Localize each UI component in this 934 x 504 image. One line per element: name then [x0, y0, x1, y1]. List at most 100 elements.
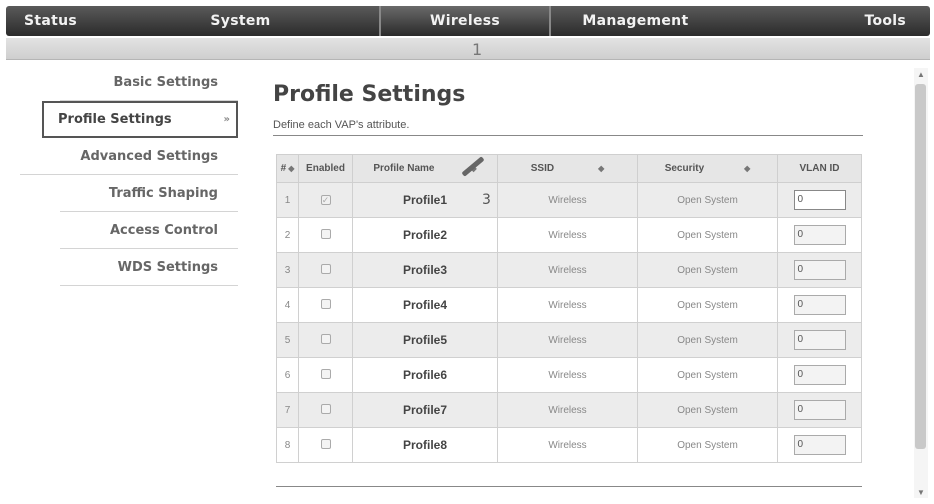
enabled-cell — [298, 392, 353, 428]
top-nav: Status System Wireless Management Tools — [6, 6, 930, 36]
profile-name-link[interactable]: Profile5 — [352, 322, 498, 358]
sort-icon: ◆ — [744, 164, 751, 173]
table-row: 3 Profile3 Wireless Open System 0 — [276, 252, 862, 288]
ssid-cell: Wireless — [497, 392, 638, 428]
table-row: 6 Profile6 Wireless Open System 0 — [276, 357, 862, 393]
tab-status[interactable]: Status — [6, 6, 192, 36]
row-number: 7 — [276, 392, 299, 428]
sidebar-item-access-control[interactable]: Access Control — [60, 212, 238, 249]
column-header-vlan-id: VLAN ID — [777, 154, 862, 183]
row-number: 5 — [276, 322, 299, 358]
vlan-cell: 0 — [777, 182, 862, 218]
column-header-ssid[interactable]: SSID ◆ — [497, 154, 638, 183]
ssid-cell: Wireless — [497, 217, 638, 253]
row-number: 1 — [276, 182, 299, 218]
enabled-checkbox[interactable] — [320, 263, 331, 274]
security-cell: Open System — [637, 357, 778, 393]
double-chevron-right-icon: » — [223, 114, 230, 125]
profile-name-link[interactable]: Profile4 — [352, 287, 498, 323]
row-number: 4 — [276, 287, 299, 323]
enabled-cell — [298, 217, 353, 253]
profile-table: #◆ Enabled Profile Name◆ SSID◆ Security◆… — [276, 154, 862, 463]
row-number: 3 — [276, 252, 299, 288]
vlan-cell: 0 — [777, 217, 862, 253]
enabled-checkbox[interactable] — [320, 298, 331, 309]
vlan-id-input[interactable]: 0 — [793, 225, 846, 245]
ssid-cell: Wireless — [497, 357, 638, 393]
enabled-cell — [298, 322, 353, 358]
profile-name-link[interactable]: Profile6 — [352, 357, 498, 393]
profile-name-link[interactable]: Profile3 — [352, 252, 498, 288]
row-number: 6 — [276, 357, 299, 393]
tab-tools[interactable]: Tools — [720, 6, 930, 36]
vlan-cell: 0 — [777, 357, 862, 393]
security-cell: Open System — [637, 427, 778, 463]
security-cell: Open System — [637, 392, 778, 428]
ssid-cell: Wireless — [497, 287, 638, 323]
column-header-security[interactable]: Security ◆ — [637, 154, 778, 183]
profile-name-link[interactable]: Profile8 — [352, 427, 498, 463]
bottom-divider — [276, 486, 862, 487]
enabled-cell — [298, 287, 353, 323]
page-title: Profile Settings — [273, 82, 466, 107]
vlan-cell: 0 — [777, 427, 862, 463]
scroll-down-icon[interactable]: ▼ — [917, 488, 925, 497]
table-row: 5 Profile5 Wireless Open System 0 — [276, 322, 862, 358]
enabled-checkbox[interactable] — [320, 403, 331, 414]
vlan-id-input[interactable]: 0 — [793, 190, 846, 210]
vlan-cell: 0 — [777, 287, 862, 323]
security-cell: Open System — [637, 252, 778, 288]
sort-icon: ◆ — [598, 164, 605, 173]
sub-bar — [6, 38, 930, 60]
sidebar-item-traffic-shaping[interactable]: Traffic Shaping — [60, 175, 238, 212]
enabled-checkbox[interactable]: ✓ — [320, 194, 331, 205]
sort-icon: ◆ — [288, 164, 295, 173]
tab-wireless[interactable]: Wireless — [378, 6, 552, 36]
profile-name-link[interactable]: Profile2 — [352, 217, 498, 253]
row-number: 2 — [276, 217, 299, 253]
vlan-id-input[interactable]: 0 — [793, 435, 846, 455]
sidebar-item-wds-settings[interactable]: WDS Settings — [60, 249, 238, 286]
security-cell: Open System — [637, 287, 778, 323]
page-description: Define each VAP's attribute. — [273, 119, 410, 131]
column-header-enabled: Enabled — [298, 154, 353, 183]
tab-management[interactable]: Management — [551, 6, 719, 36]
ssid-cell: Wireless — [497, 322, 638, 358]
tab-system[interactable]: System — [192, 6, 378, 36]
scroll-up-icon[interactable]: ▲ — [917, 70, 925, 79]
enabled-checkbox[interactable] — [320, 368, 331, 379]
ssid-cell: Wireless — [497, 182, 638, 218]
profile-name-link[interactable]: Profile7 — [352, 392, 498, 428]
enabled-cell — [298, 252, 353, 288]
vlan-id-input[interactable]: 0 — [793, 365, 846, 385]
scrollbar-thumb[interactable] — [915, 84, 926, 449]
sidebar-item-basic-settings[interactable]: Basic Settings — [60, 64, 238, 101]
enabled-cell — [298, 427, 353, 463]
sidebar-item-advanced-settings[interactable]: Advanced Settings — [20, 138, 238, 175]
enabled-cell: ✓ — [298, 182, 353, 218]
column-header-profile-name[interactable]: Profile Name◆ — [352, 154, 498, 183]
sidebar: Basic Settings Profile Settings » Advanc… — [20, 64, 238, 286]
vlan-id-input[interactable]: 0 — [793, 295, 846, 315]
column-header-num[interactable]: # ◆ — [276, 154, 299, 183]
vlan-cell: 0 — [777, 252, 862, 288]
sidebar-item-label: Profile Settings — [58, 112, 172, 127]
vlan-id-input[interactable]: 0 — [793, 260, 846, 280]
table-row: 8 Profile8 Wireless Open System 0 — [276, 427, 862, 463]
vlan-id-input[interactable]: 0 — [793, 330, 846, 350]
vlan-cell: 0 — [777, 322, 862, 358]
ssid-cell: Wireless — [497, 427, 638, 463]
security-cell: Open System — [637, 217, 778, 253]
sidebar-item-profile-settings[interactable]: Profile Settings » — [42, 101, 238, 138]
divider — [273, 135, 863, 136]
enabled-checkbox[interactable] — [320, 438, 331, 449]
security-cell: Open System — [637, 322, 778, 358]
security-cell: Open System — [637, 182, 778, 218]
profile-name-link[interactable]: Profile1 — [352, 182, 498, 218]
enabled-checkbox[interactable] — [320, 333, 331, 344]
enabled-checkbox[interactable] — [320, 228, 331, 239]
vlan-id-input[interactable]: 0 — [793, 400, 846, 420]
step-marker-1: 1 — [472, 40, 483, 59]
main-content: Profile Settings Define each VAP's attri… — [273, 82, 863, 136]
table-row: 1 ✓ Profile1 Wireless Open System 0 — [276, 182, 862, 218]
